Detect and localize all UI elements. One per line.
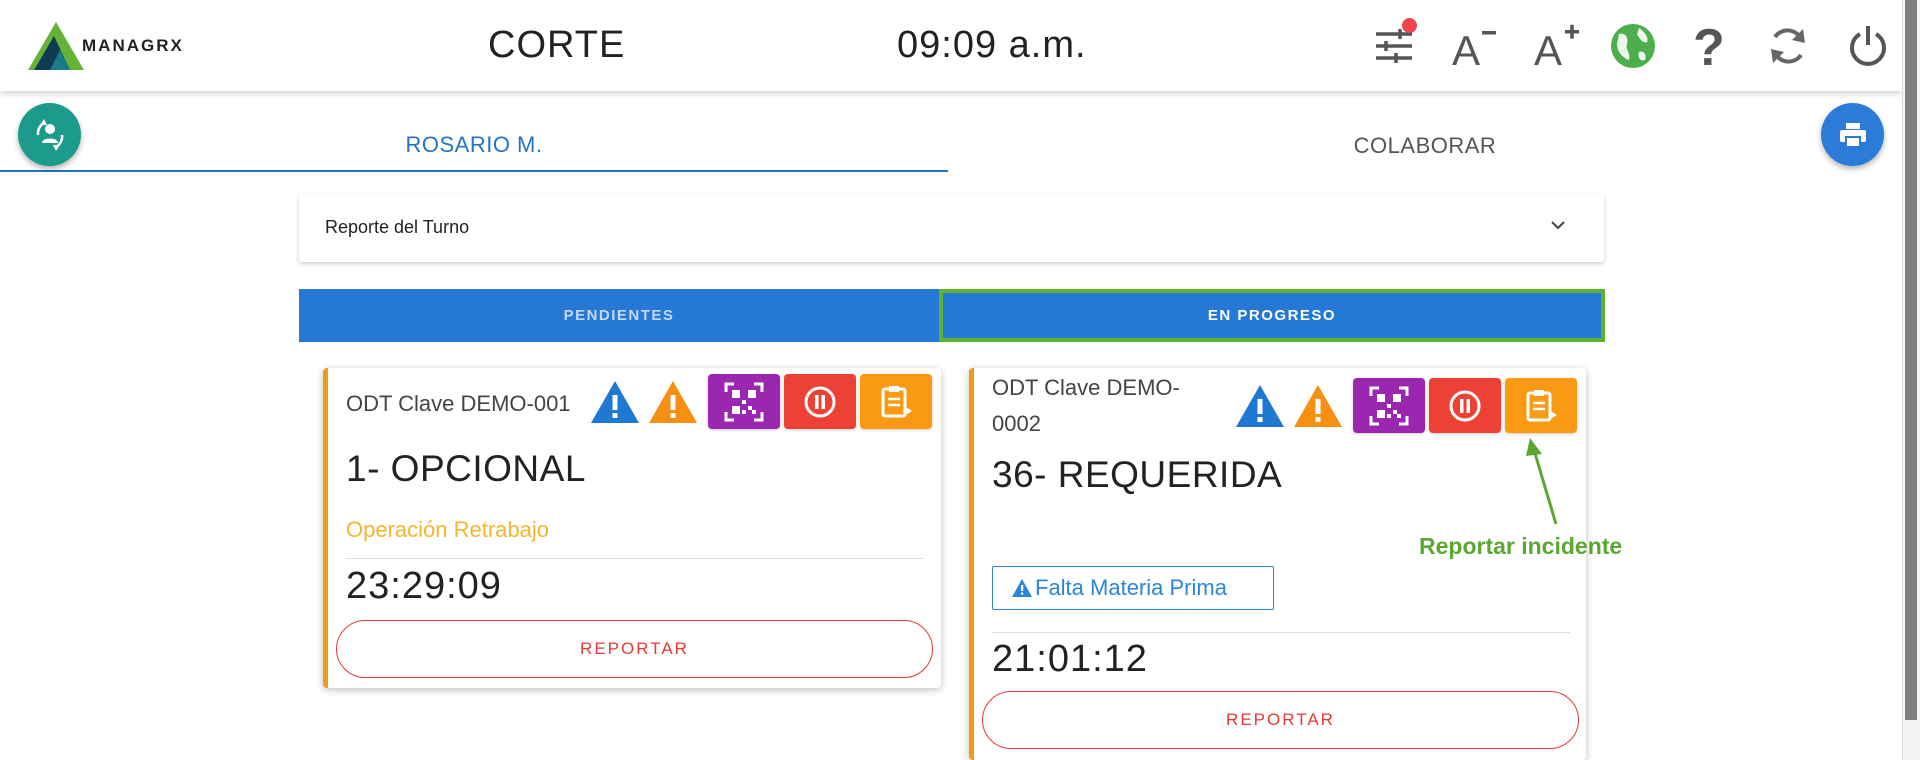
svg-text:A: A [1534,27,1562,69]
alert-text: Falta Materia Prima [1035,575,1227,600]
logo-text: MANAGRX [82,36,184,55]
work-order-id-line2: 0002 [992,411,1041,436]
scrollbar-thumb[interactable] [1905,0,1917,720]
clock: 09:09 a.m. [897,24,1087,66]
work-order-id: ODT Clave DEMO-001 [346,391,571,416]
svg-text:?: ? [1693,21,1725,71]
vertical-scrollbar[interactable] [1902,0,1920,760]
tab-operator[interactable]: ROSARIO M. [0,120,948,172]
pause-icon [1449,390,1481,421]
blue-warning-icon[interactable] [588,378,642,426]
orange-warning-icon[interactable] [1291,382,1345,430]
font-decrease-icon[interactable]: A [1448,18,1502,74]
operation-name: 1- OPCIONAL [346,448,586,489]
report-incident-button[interactable] [1505,378,1577,433]
font-increase-icon[interactable]: A [1530,18,1584,74]
pause-button[interactable] [1429,378,1501,433]
power-icon[interactable] [1841,18,1895,74]
help-icon[interactable]: ? [1682,18,1736,74]
refresh-icon[interactable] [1761,18,1815,74]
divider [346,558,924,559]
blue-warning-icon[interactable] [1233,382,1287,430]
card-actions [588,374,932,429]
work-order-id-line1: ODT Clave DEMO- [992,375,1180,400]
qr-code-icon [724,382,764,421]
change-operator-button[interactable] [18,103,81,166]
tab-colaborar[interactable]: COLABORAR [948,120,1902,172]
report-button[interactable]: REPORTAR [336,620,933,678]
app-header: MANAGRX CORTE 09:09 a.m. A A ? [0,0,1902,91]
card-actions [1233,378,1577,433]
shift-report-panel[interactable]: Reporte del Turno [299,194,1604,262]
divider [992,632,1570,633]
pause-button[interactable] [784,374,856,429]
shift-report-title: Reporte del Turno [325,217,470,237]
work-order-card: ODT Clave DEMO- 0002 36- REQUERIDA Falta… [969,368,1586,760]
station-title: CORTE [488,24,626,66]
svg-text:A: A [1452,27,1480,69]
qr-code-button[interactable] [708,374,780,429]
work-order-id: ODT Clave DEMO- 0002 [992,370,1180,442]
missing-material-alert[interactable]: Falta Materia Prima [992,566,1274,610]
annotation-label: Reportar incidente [1419,533,1623,559]
globe-icon[interactable] [1606,18,1660,74]
qr-code-button[interactable] [1353,378,1425,433]
timer: 23:29:09 [346,565,502,607]
print-button[interactable] [1821,103,1884,166]
report-incident-button[interactable] [860,374,932,429]
operator-swap-icon [36,118,63,151]
chevron-down-icon[interactable] [1550,218,1566,236]
printer-icon [1839,122,1866,148]
operation-subtitle: Operación Retrabajo [346,517,550,542]
clipboard-icon [881,385,912,417]
clipboard-icon [1526,389,1557,421]
orange-warning-icon[interactable] [646,378,700,426]
tab-en-progreso[interactable]: EN PROGRESO [939,289,1605,342]
work-order-card: ODT Clave DEMO-001 1- OPCIONAL Operación… [323,368,941,688]
pause-icon [804,386,836,417]
annotation-arrow [1526,438,1558,525]
filters-icon[interactable] [1367,18,1421,74]
qr-code-icon [1369,386,1409,425]
operation-name: 36- REQUERIDA [992,454,1283,495]
timer: 21:01:12 [992,638,1148,680]
report-button[interactable]: REPORTAR [982,691,1579,749]
tab-pendientes[interactable]: PENDIENTES [299,289,939,342]
status-tabs: PENDIENTES EN PROGRESO [299,289,1605,342]
notification-dot [1402,18,1417,33]
warning-icon [1012,579,1032,597]
